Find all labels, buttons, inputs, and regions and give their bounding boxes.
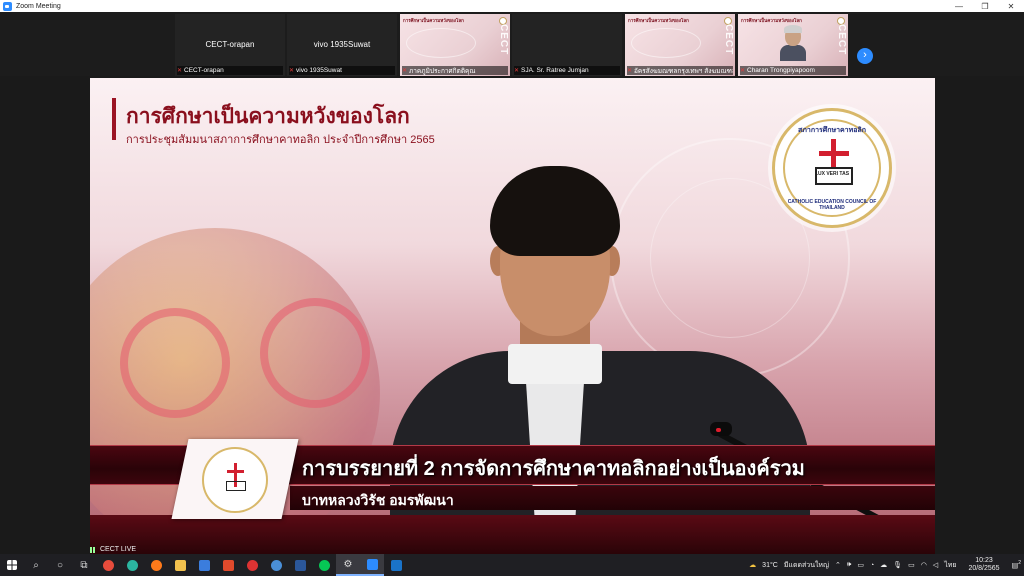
minimize-button[interactable]: — xyxy=(946,0,972,12)
app-icon[interactable] xyxy=(240,554,264,576)
muted-mic-icon: ✕ xyxy=(402,67,408,74)
participant-tile[interactable]: การศึกษาเป็นความหวังของโลก CECT ✕ Charan … xyxy=(738,14,848,76)
tile-brand: CECT xyxy=(836,24,847,56)
tile-brand: CECT xyxy=(723,24,734,56)
firefox-icon[interactable] xyxy=(144,554,168,576)
participant-caption: ✕ vivo 1935Suwat xyxy=(289,66,395,75)
close-button[interactable]: ✕ xyxy=(998,0,1024,12)
window-title: Zoom Meeting xyxy=(16,2,61,10)
line-icon[interactable] xyxy=(312,554,336,576)
battery-icon[interactable]: ▭ xyxy=(857,561,864,569)
tile-brand: CECT xyxy=(498,24,509,56)
microphone-icon xyxy=(710,422,732,436)
weather-text[interactable]: มีแดดส่วนใหญ่ xyxy=(784,560,829,571)
office-icon[interactable] xyxy=(216,554,240,576)
clock-date: 20/8/2565 xyxy=(968,565,1000,572)
wifi-icon[interactable]: ◠ xyxy=(921,561,927,569)
muted-mic-icon: ✕ xyxy=(627,67,633,74)
muted-mic-icon: ✕ xyxy=(740,67,746,74)
edge-icon[interactable] xyxy=(120,554,144,576)
tile-slide-title: การศึกษาเป็นความหวังของโลก xyxy=(403,18,464,23)
search-icon[interactable]: ⌕ xyxy=(24,554,48,576)
participant-caption: ✕ Charan Trongpiyapoom xyxy=(740,66,846,75)
volume-icon[interactable]: ◁ xyxy=(933,561,938,569)
next-page-button[interactable]: › xyxy=(857,48,873,64)
file-explorer-icon[interactable] xyxy=(168,554,192,576)
active-speaker-view: การศึกษาเป็นความหวังของโลก การประชุมสัมม… xyxy=(0,76,1024,554)
maximize-button[interactable]: ❐ xyxy=(972,0,998,12)
signal-icon xyxy=(90,546,97,553)
participant-caption: ✕ ภาคภูมิประกาศกิตติคุณ xyxy=(402,66,508,75)
participant-caption: ✕ CECT-orapan xyxy=(177,66,283,75)
seal-top-text: สภาการศึกษาคาทอลิก xyxy=(798,127,866,134)
glasses-graphic xyxy=(120,308,230,418)
display-icon[interactable]: ▭ xyxy=(908,561,915,569)
participant-video xyxy=(780,25,806,61)
live-label: CECT LIVE xyxy=(100,546,137,553)
microphone-tray-icon[interactable]: 🎙 xyxy=(893,561,902,569)
zoom-app-icon xyxy=(3,1,12,11)
mail-icon[interactable] xyxy=(192,554,216,576)
microphone-led xyxy=(716,428,721,432)
clock-time: 10:23 xyxy=(975,557,993,564)
slide-title: การศึกษาเป็นความหวังของโลก xyxy=(126,105,410,128)
participant-caption: ✕ อัครสังฆมณฑลกรุงเทพฯ สังฆมณฑลมุ xyxy=(627,66,733,75)
windows-start-icon[interactable] xyxy=(0,554,24,576)
cloud-icon[interactable]: ☁ xyxy=(880,561,887,569)
globe-decoration xyxy=(631,28,701,58)
live-indicator: CECT LIVE xyxy=(90,545,136,554)
participant-name: vivo 1935Suwat xyxy=(313,40,371,49)
speaker-name: บาทหลวงวิรัช อมรพัฒนา xyxy=(302,492,454,508)
zoom-icon[interactable] xyxy=(360,554,384,576)
input-language[interactable]: ไทย xyxy=(944,560,956,571)
participant-tile[interactable]: การศึกษาเป็นความหวังของโลก CECT ✕ ภาคภูมิ… xyxy=(400,14,510,76)
photos-icon[interactable] xyxy=(384,554,408,576)
participant-tile[interactable]: ✕ SJA. Sr. Ratree Jumjan xyxy=(512,14,622,76)
word-icon[interactable] xyxy=(288,554,312,576)
tile-slide-title: การศึกษาเป็นความหวังของโลก xyxy=(741,18,802,23)
chrome-icon[interactable] xyxy=(96,554,120,576)
globe-decoration xyxy=(406,28,476,58)
participant-tile[interactable]: การศึกษาเป็นความหวังของโลก CECT ✕ อัครสัง… xyxy=(625,14,735,76)
cect-seal-logo-small xyxy=(202,447,268,513)
muted-mic-icon: ✕ xyxy=(289,67,295,74)
lecture-title: การบรรยายที่ 2 การจัดการศึกษาคาทอลิกอย่า… xyxy=(302,458,805,480)
tile-slide-title: การศึกษาเป็นความหวังของโลก xyxy=(628,18,689,23)
window-controls: — ❐ ✕ xyxy=(946,0,1024,12)
participant-tile[interactable]: vivo 1935Suwat ✕ vivo 1935Suwat xyxy=(287,14,397,76)
notification-icon[interactable]: ▤2 xyxy=(1012,560,1021,569)
weather-icon[interactable]: ☁ xyxy=(749,561,756,569)
window-titlebar: Zoom Meeting — ❐ ✕ xyxy=(0,0,1024,12)
cortana-icon[interactable]: ○ xyxy=(48,554,72,576)
glasses-graphic xyxy=(260,298,370,408)
participant-tile[interactable]: CECT-orapan ✕ CECT-orapan xyxy=(175,14,285,76)
clock[interactable]: 10:23 20/8/2565 xyxy=(965,557,1002,573)
globe-app-icon[interactable] xyxy=(264,554,288,576)
chevron-up-icon[interactable]: ⌃ xyxy=(835,561,841,569)
title-accent-bar xyxy=(112,98,116,140)
participant-name: CECT-orapan xyxy=(205,40,255,49)
task-view-icon[interactable]: ⧉ xyxy=(72,554,96,576)
participant-caption: ✕ SJA. Sr. Ratree Jumjan xyxy=(514,66,620,75)
lower-band xyxy=(90,515,935,554)
lower-third: การบรรยายที่ 2 การจัดการศึกษาคาทอลิกอย่า… xyxy=(90,439,935,519)
muted-mic-icon: ✕ xyxy=(177,67,183,74)
muted-mic-icon: ✕ xyxy=(514,67,520,74)
settings-icon[interactable]: ⚙ xyxy=(336,554,360,576)
participant-gallery: CECT-orapan ✕ CECT-orapan vivo 1935Suwat … xyxy=(0,12,1024,76)
weather-temp[interactable]: 31°C xyxy=(762,562,778,569)
speaker-icon[interactable]: 🕪 xyxy=(847,561,851,569)
slide-subtitle: การประชุมสัมมนาสภาการศึกษาคาทอลิก ประจำป… xyxy=(126,134,435,146)
system-tray: ☁ 31°C มีแดดส่วนใหญ่ ⌃ 🕪 ▭ ◔ ☁ 🎙 ▭ ◠ ◁ ไ… xyxy=(746,554,1024,576)
notification-count: 2 xyxy=(1018,560,1021,567)
network-icon[interactable]: ◔ xyxy=(870,562,874,569)
windows-taskbar: ⌕ ○ ⧉ ⚙ ☁ 31°C มีแดดส่วนใหญ่ ⌃ 🕪 ▭ ◔ ☁ 🎙… xyxy=(0,554,1024,576)
